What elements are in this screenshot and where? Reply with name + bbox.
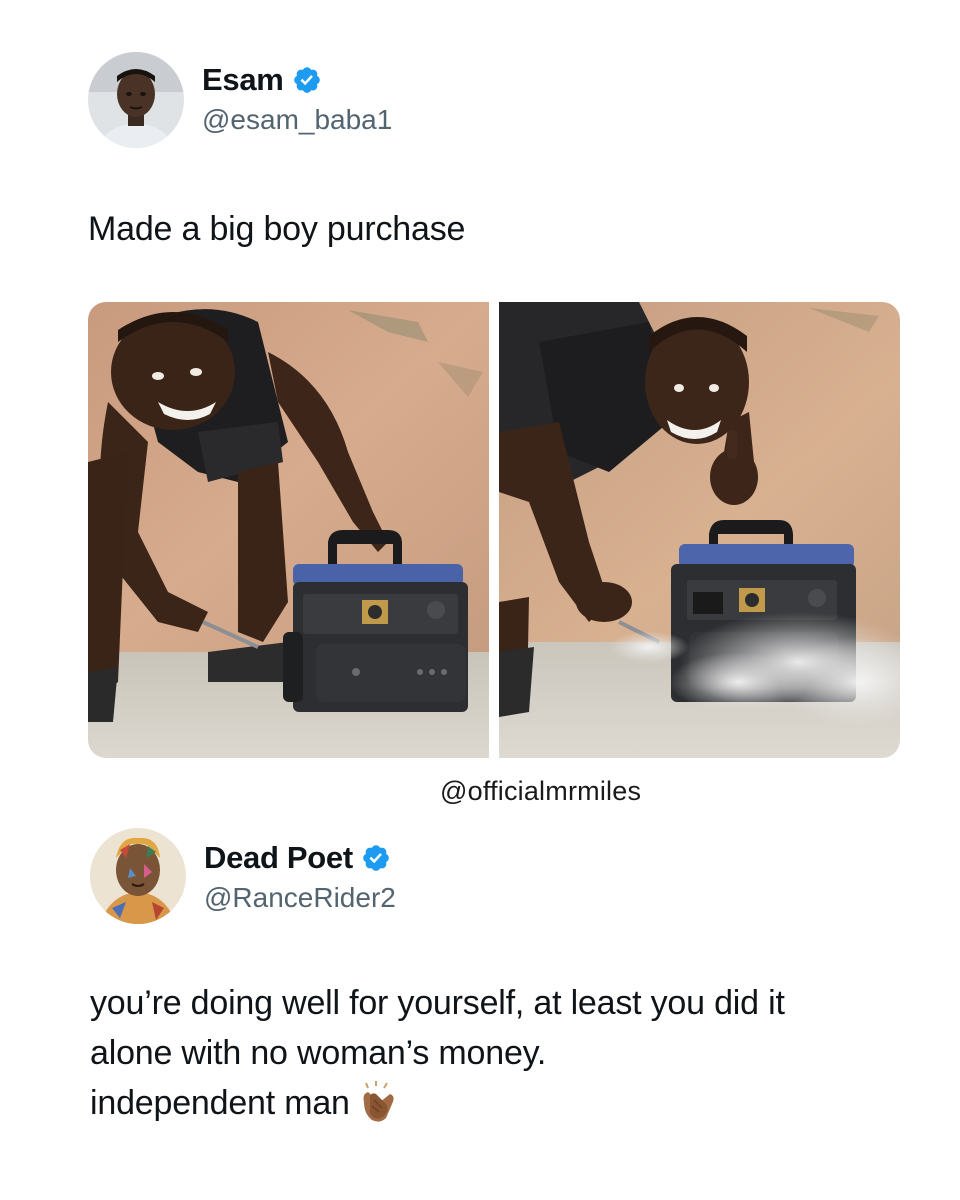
verified-badge-icon <box>293 67 320 93</box>
tweet-media-grid[interactable] <box>88 302 900 758</box>
generator-photo-left <box>88 302 489 758</box>
author-name-row: Esam <box>202 62 322 98</box>
display-name[interactable]: Esam <box>202 62 284 98</box>
tweet-text: you’re doing well for yourself, at least… <box>90 978 785 1128</box>
tweet-text-line-with-emoji: independent man <box>90 1078 785 1128</box>
avatar-painted-portrait-icon <box>90 828 186 924</box>
generator-photo-right <box>499 302 900 758</box>
media-photo-2[interactable] <box>499 302 900 758</box>
tweet-text-line: alone with no woman’s money. <box>90 1034 547 1072</box>
author-handle[interactable]: @esam_baba1 <box>202 104 392 136</box>
watermark-credit: @officialmrmiles <box>440 776 642 806</box>
avatar-esam[interactable] <box>88 52 184 148</box>
avatar-dead-poet[interactable] <box>90 828 186 924</box>
tweet-text-line: independent man <box>90 1084 350 1122</box>
tweet-text-line: Made a big boy purchase <box>88 210 466 248</box>
media-photo-1[interactable] <box>88 302 489 758</box>
tweet-text: Made a big boy purchase <box>88 204 465 254</box>
clapping-hands-icon <box>363 1081 394 1122</box>
avatar-portrait-icon <box>88 52 184 148</box>
author-name-row: Dead Poet <box>204 840 391 876</box>
display-name[interactable]: Dead Poet <box>204 840 353 876</box>
verified-badge-icon <box>363 845 389 871</box>
tweet-text-line: you’re doing well for yourself, at least… <box>90 984 785 1022</box>
author-handle[interactable]: @RanceRider2 <box>204 882 396 914</box>
